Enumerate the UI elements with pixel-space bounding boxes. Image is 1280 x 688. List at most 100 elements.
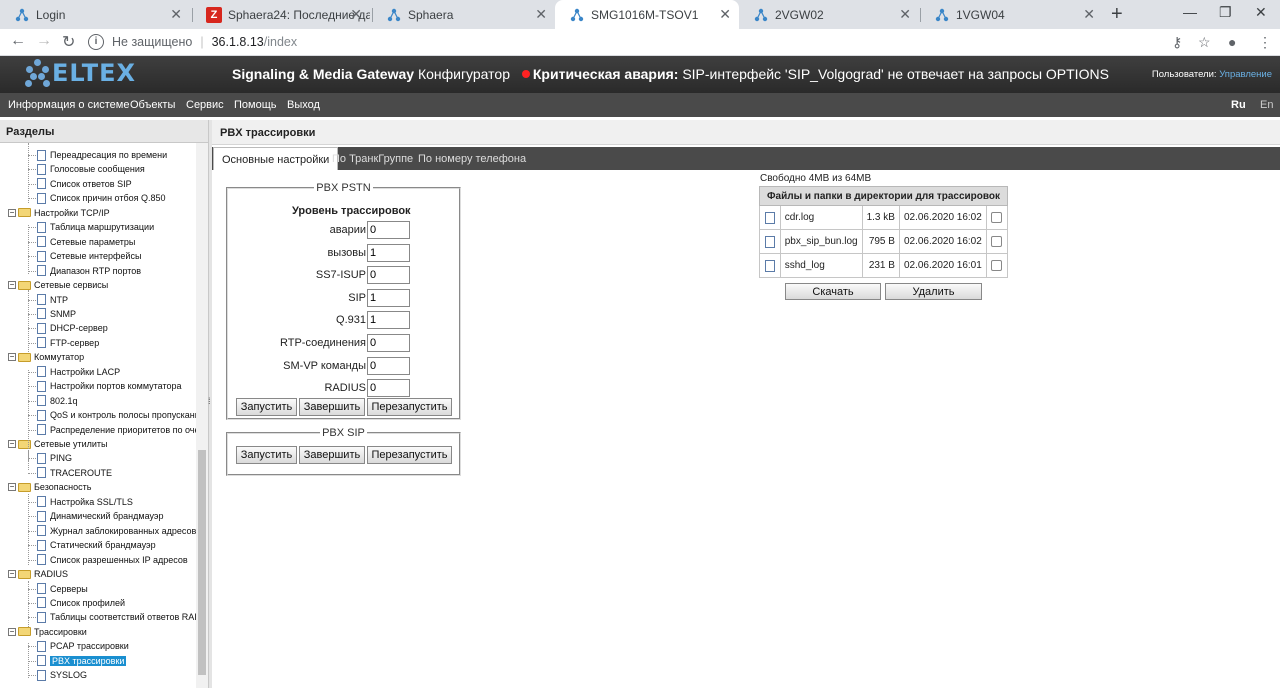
browser-tab[interactable]: Z Sphaera24: Последние данные ✕ bbox=[192, 0, 370, 29]
tree-item[interactable]: Журнал заблокированных адресов bbox=[37, 524, 196, 538]
sidebar-scroll-thumb[interactable] bbox=[198, 450, 206, 675]
tree-item[interactable]: Распределение приоритетов по оче bbox=[37, 423, 196, 437]
pstn-start-button[interactable]: Запустить bbox=[236, 398, 297, 416]
tree-folder[interactable]: − Коммутатор bbox=[8, 350, 84, 364]
file-checkbox[interactable] bbox=[991, 211, 1003, 223]
info-icon[interactable]: i bbox=[88, 34, 104, 50]
trace-level-input[interactable] bbox=[367, 311, 410, 330]
tree-item[interactable]: DHCP-сервер bbox=[37, 321, 108, 335]
tree-item[interactable]: Список ответов SIP bbox=[37, 177, 132, 191]
collapse-icon[interactable]: − bbox=[8, 570, 16, 579]
file-checkbox[interactable] bbox=[991, 235, 1003, 247]
menu-dots-icon[interactable]: ⋮ bbox=[1258, 34, 1272, 51]
minimize-icon[interactable]: — bbox=[1183, 4, 1197, 20]
key-icon[interactable]: ⚷ bbox=[1172, 34, 1182, 51]
tree-item[interactable]: FTP-сервер bbox=[37, 336, 99, 350]
tree-item[interactable]: SNMP bbox=[37, 307, 76, 321]
tree-item[interactable]: Динамический брандмауэр bbox=[37, 509, 163, 523]
window-close-icon[interactable]: ✕ bbox=[1255, 4, 1267, 21]
table-row[interactable]: sshd_log 231 B 02.06.2020 16:01 bbox=[759, 253, 1009, 278]
trace-level-input[interactable] bbox=[367, 266, 410, 285]
reload-icon[interactable]: ↻ bbox=[62, 32, 75, 52]
menu-item-objects[interactable]: Объекты bbox=[130, 99, 175, 111]
trace-level-input[interactable] bbox=[367, 221, 410, 239]
pstn-restart-button[interactable]: Перезапустить bbox=[367, 398, 452, 416]
tree-item[interactable]: Серверы bbox=[37, 582, 88, 596]
tree-folder[interactable]: − Сетевые сервисы bbox=[8, 278, 108, 292]
star-icon[interactable]: ☆ bbox=[1198, 34, 1211, 51]
tree-item[interactable]: 802.1q bbox=[37, 394, 78, 408]
back-icon[interactable]: ← bbox=[10, 32, 26, 50]
tree-item[interactable]: Диапазон RTP портов bbox=[37, 264, 141, 278]
tree-item[interactable]: Таблица маршрутизации bbox=[37, 220, 154, 234]
tree-item[interactable]: Голосовые сообщения bbox=[37, 162, 145, 176]
trace-level-input[interactable] bbox=[367, 334, 410, 352]
tree-item[interactable]: PING bbox=[37, 451, 72, 465]
file-checkbox[interactable] bbox=[991, 259, 1003, 271]
browser-tab[interactable]: Login ✕ bbox=[0, 0, 190, 29]
tab-by-trunk-group[interactable]: По ТранкГруппе bbox=[324, 147, 421, 170]
table-row[interactable]: pbx_sip_bun.log 795 B 02.06.2020 16:02 bbox=[759, 229, 1009, 254]
sip-stop-button[interactable]: Завершить bbox=[299, 446, 365, 464]
collapse-icon[interactable]: − bbox=[8, 627, 16, 636]
tree-item[interactable]: Настройки портов коммутатора bbox=[37, 379, 182, 393]
menu-item-service[interactable]: Сервис bbox=[186, 99, 224, 111]
collapse-icon[interactable]: − bbox=[8, 281, 16, 290]
browser-tab[interactable]: 1VGW04 ✕ bbox=[920, 0, 1103, 29]
tree-item[interactable]: Список разрешенных IP адресов bbox=[37, 553, 188, 567]
table-row[interactable]: cdr.log 1.3 kB 02.06.2020 16:02 bbox=[759, 205, 1009, 230]
url-field[interactable]: i Не защищено | 36.1.8.13 /index bbox=[88, 31, 1183, 53]
browser-tab[interactable]: Sphaera ✕ bbox=[372, 0, 555, 29]
menu-item-exit[interactable]: Выход bbox=[287, 99, 320, 111]
close-icon[interactable]: ✕ bbox=[719, 6, 731, 23]
file-name[interactable]: sshd_log bbox=[779, 253, 863, 278]
trace-level-input[interactable] bbox=[367, 356, 410, 375]
users-link[interactable]: Управление bbox=[1219, 69, 1272, 80]
tree-item[interactable]: Настройка SSL/TLS bbox=[37, 495, 133, 509]
tree-item[interactable]: PBX трассировки bbox=[37, 654, 127, 668]
close-icon[interactable]: ✕ bbox=[350, 6, 362, 23]
new-tab-icon[interactable]: + bbox=[1111, 3, 1123, 26]
download-button[interactable]: Скачать bbox=[785, 283, 881, 300]
tree-item[interactable]: Сетевые интерфейсы bbox=[37, 249, 141, 263]
splitter-grip-icon[interactable]: ⁞ bbox=[208, 396, 211, 406]
tree-item[interactable]: Сетевые параметры bbox=[37, 235, 135, 249]
tree-item[interactable]: Список причин отбоя Q.850 bbox=[37, 191, 166, 205]
close-icon[interactable]: ✕ bbox=[899, 6, 911, 23]
lang-ru[interactable]: Ru bbox=[1231, 99, 1246, 111]
file-name[interactable]: pbx_sip_bun.log bbox=[779, 229, 863, 254]
trace-level-input[interactable] bbox=[367, 243, 410, 262]
trace-level-input[interactable] bbox=[367, 379, 410, 398]
tab-main-settings[interactable]: Основные настройки bbox=[213, 147, 339, 170]
file-name[interactable]: cdr.log bbox=[779, 205, 863, 230]
tree-item[interactable]: Переадресация по времени bbox=[37, 148, 167, 162]
sip-start-button[interactable]: Запустить bbox=[236, 446, 297, 464]
collapse-icon[interactable]: − bbox=[8, 440, 16, 448]
menu-item-system-info[interactable]: Информация о системе bbox=[8, 99, 129, 111]
close-icon[interactable]: ✕ bbox=[1083, 6, 1095, 23]
tree-folder[interactable]: − RADIUS bbox=[8, 567, 68, 581]
tree-folder[interactable]: − Трассировки bbox=[8, 625, 87, 639]
close-icon[interactable]: ✕ bbox=[535, 6, 547, 23]
tree-item[interactable]: Статический брандмауэр bbox=[37, 538, 156, 552]
trace-level-input[interactable] bbox=[367, 288, 410, 307]
tree-folder[interactable]: − Сетевые утилиты bbox=[8, 437, 108, 451]
tree-item[interactable]: PCAP трассировки bbox=[37, 639, 129, 653]
tree-item[interactable]: Таблицы соответствий ответов RAI bbox=[37, 610, 196, 624]
close-icon[interactable]: ✕ bbox=[170, 6, 182, 23]
tree-item[interactable]: Настройки LACP bbox=[37, 365, 120, 379]
menu-item-help[interactable]: Помощь bbox=[234, 99, 277, 111]
sip-restart-button[interactable]: Перезапустить bbox=[367, 446, 452, 464]
collapse-icon[interactable]: − bbox=[8, 353, 16, 362]
tab-by-phone-number[interactable]: По номеру телефона bbox=[410, 147, 534, 170]
browser-tab[interactable]: 2VGW02 ✕ bbox=[739, 0, 919, 29]
tree-item[interactable]: TRACEROUTE bbox=[37, 466, 112, 480]
tree-folder[interactable]: − Настройки TCP/IP bbox=[8, 206, 110, 220]
pstn-stop-button[interactable]: Завершить bbox=[299, 398, 365, 416]
collapse-icon[interactable]: − bbox=[8, 483, 16, 492]
tree-folder[interactable]: − Безопасность bbox=[8, 480, 91, 494]
tree-item[interactable]: SYSLOG bbox=[37, 668, 87, 682]
account-icon[interactable]: ● bbox=[1228, 34, 1236, 50]
tree-item[interactable]: Список профилей bbox=[37, 596, 125, 610]
tree-item[interactable]: NTP bbox=[37, 293, 68, 307]
